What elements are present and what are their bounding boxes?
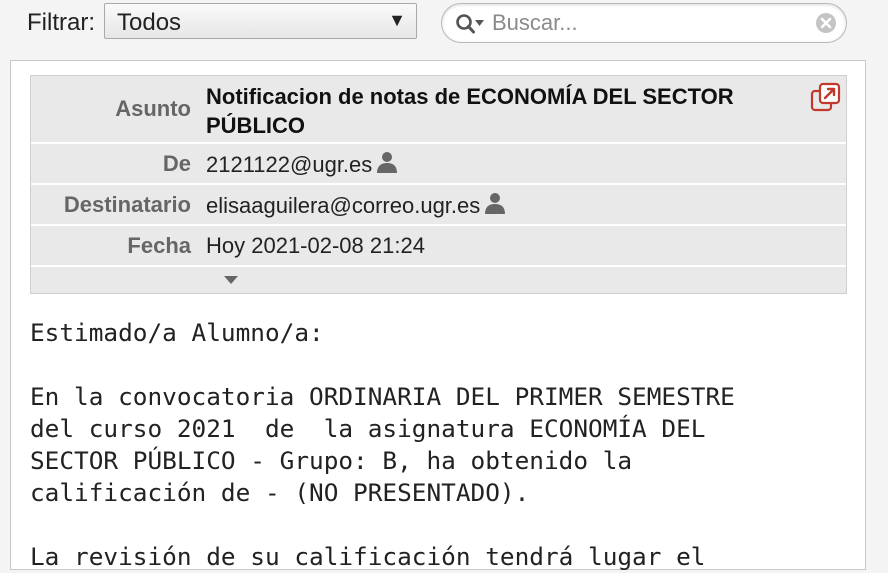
headers-toggle-row[interactable]: [31, 267, 846, 293]
subject-label: Asunto: [115, 96, 191, 121]
search-options-icon[interactable]: [455, 13, 487, 35]
subject-value: Notificacion de notas de ECONOMÍA DEL SE…: [206, 84, 734, 138]
from-row: De 2121122@ugr.es: [31, 144, 846, 185]
filter-label: Filtrar:: [27, 9, 95, 36]
message-toolbar: Filtrar: Todos ▼: [0, 0, 888, 50]
recipient-address[interactable]: elisaaguilera@correo.ugr.es: [206, 193, 480, 218]
message-preview: Asunto Notificacion de notas de ECONOMÍA…: [10, 60, 866, 571]
date-row: Fecha Hoy 2021-02-08 21:24: [31, 226, 846, 267]
expand-headers-icon[interactable]: [223, 274, 239, 286]
search-input[interactable]: [492, 10, 792, 36]
subject-row: Asunto Notificacion de notas de ECONOMÍA…: [31, 76, 846, 144]
from-label: De: [162, 151, 191, 176]
to-label: Destinatario: [63, 192, 191, 217]
date-label: Fecha: [127, 233, 191, 258]
search-box[interactable]: [441, 3, 847, 43]
open-in-new-window-icon[interactable]: [810, 82, 842, 112]
filter-select[interactable]: Todos ▼: [104, 3, 417, 39]
dropdown-arrow-icon: ▼: [388, 10, 406, 30]
message-headers: Asunto Notificacion de notas de ECONOMÍA…: [30, 75, 847, 294]
reset-search-icon[interactable]: [815, 12, 837, 34]
from-value: 2121122@ugr.es: [206, 151, 398, 178]
person-icon[interactable]: [376, 151, 398, 173]
to-row: Destinatario elisaaguilera@correo.ugr.es: [31, 185, 846, 226]
to-value: elisaaguilera@correo.ugr.es: [206, 192, 506, 219]
message-body: Estimado/a Alumno/a: En la convocatoria …: [30, 318, 735, 571]
filter-selected-value: Todos: [117, 9, 182, 36]
date-value: Hoy 2021-02-08 21:24: [206, 233, 425, 258]
person-icon[interactable]: [484, 192, 506, 214]
sender-address[interactable]: 2121122@ugr.es: [206, 152, 372, 177]
